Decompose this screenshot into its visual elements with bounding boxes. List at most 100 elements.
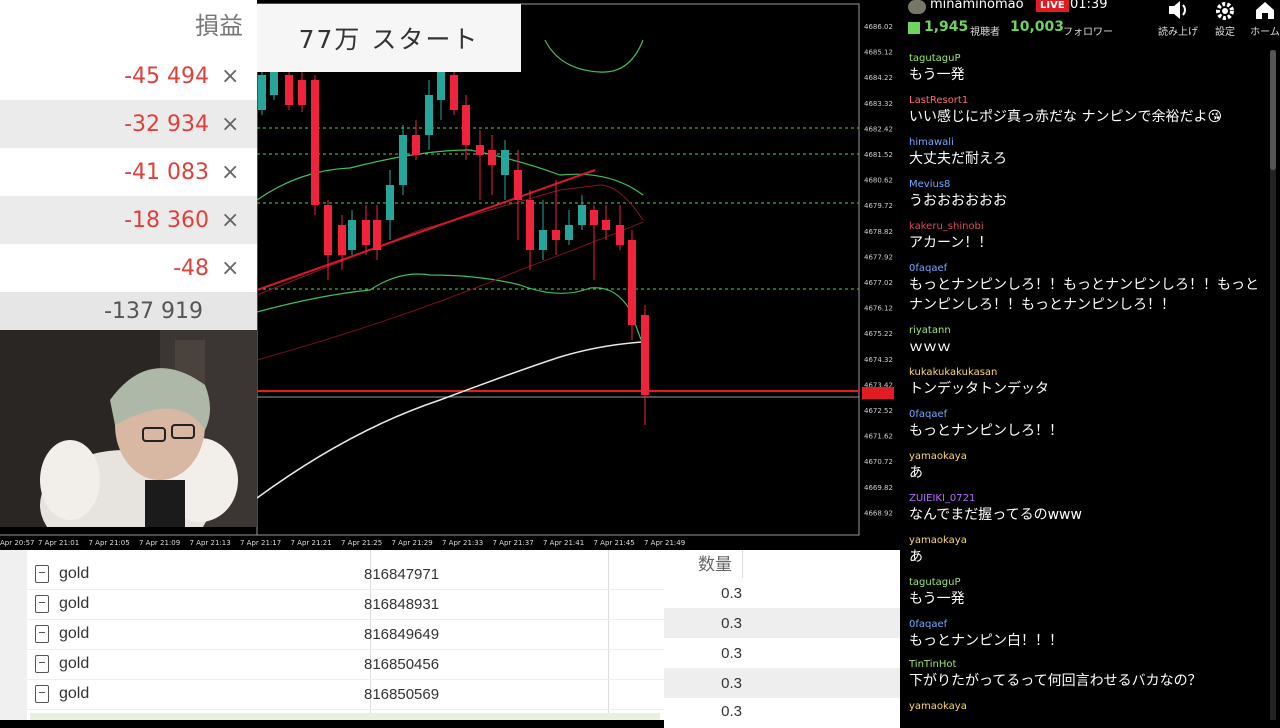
symbol-cell: gold [59,625,90,642]
scrollbar-thumb[interactable] [1270,50,1276,170]
time-tick-label: 7 Apr 21:45 [594,539,635,547]
candle [298,80,306,105]
document-icon [35,595,49,613]
viewer-count: 1,945 [924,19,969,35]
pl-value: -48 [173,255,209,281]
candle [514,170,522,200]
chat-message: 0faqaef もっとナンピン白！！！ [909,619,1269,651]
chat-username[interactable]: ZUIEIKI_0721 [909,493,1269,505]
home-button[interactable]: ホーム [1240,0,1280,40]
pl-total-value: -137 919 [104,298,203,324]
symbol-cell: gold [59,565,90,582]
candle [602,220,610,230]
candle [324,205,332,255]
candle [399,135,407,185]
chat-username[interactable]: himawali [909,137,1269,149]
price-tick-label: 4685.12 [864,49,893,57]
webcam-feed [0,330,257,527]
chat-username[interactable]: 0faqaef [909,263,1269,275]
chat-username[interactable]: kakeru_shinobi [909,221,1269,233]
table-row[interactable]: gold 816848931 [27,589,664,620]
pl-row: -45 494 × [0,52,257,100]
ticket-cell: 816849649 [364,625,440,643]
time-tick-label: 7 Apr 21:01 [38,539,79,547]
viewer-icon [908,22,920,34]
candle [565,225,573,240]
table-gutter [0,550,27,720]
ticket-cell: 816850569 [364,685,440,703]
chat-username[interactable]: yamaokaya [909,701,1269,713]
time-tick-label: 7 Apr 21:41 [543,539,584,547]
speaker-icon [1169,1,1186,19]
pl-total-row: -137 919 [0,292,257,330]
scrollbar[interactable] [1270,50,1276,720]
chat-username[interactable]: TinTinHot [909,659,1269,671]
symbol-cell: gold [59,655,90,672]
table-row[interactable]: gold 816849649 [27,619,664,650]
chat-username[interactable]: yamaokaya [909,535,1269,547]
price-tick-label: 4682.42 [864,125,893,133]
start-balance-note: 77万 スタート [257,4,521,72]
chat-username[interactable]: riyatann [909,325,1269,337]
table-row[interactable]: gold 816850569 [27,679,664,710]
chat-panel: minaminomao LIVE 01:39 1,945 視聴者 10,003 … [900,0,1280,720]
chat-username[interactable]: tagutaguP [909,577,1269,589]
candle [450,75,458,110]
chat-message: kukakukakukasan トンデッタトンデッタ [909,367,1269,399]
chat-message: yamaokaya [909,701,1269,713]
close-position-button[interactable]: × [221,208,257,233]
chat-message: 0faqaef もっとナンピンしろ！！ [909,409,1269,441]
read-aloud-button[interactable]: 読み上げ [1153,0,1203,40]
chat-text: 大丈夫だ耐えろ [909,151,1007,167]
chat-username[interactable]: 0faqaef [909,409,1269,421]
close-position-button[interactable]: × [221,64,257,89]
ticket-cell: 816848931 [364,595,440,613]
chat-username[interactable]: 0faqaef [909,619,1269,631]
streamer-username[interactable]: minaminomao [930,0,1024,12]
chat-message: riyatann ｗｗｗ [909,325,1269,357]
candle [285,75,293,105]
viewer-label: 視聴者 [970,27,1000,38]
table-row[interactable]: gold 816850456 [27,649,664,680]
candle [628,240,636,325]
chat-username[interactable]: LastResort1 [909,95,1269,107]
chat-text: うおおおおおお [909,193,1007,209]
chat-message: tagutaguP もう一発 [909,53,1269,85]
candle [373,220,381,250]
symbol-cell: gold [59,595,90,612]
time-tick-label: 7 Apr 21:13 [190,539,231,547]
chat-text: もう一発 [909,591,965,607]
document-icon [35,565,49,583]
price-tick-label: 4668.92 [864,509,893,517]
close-position-button[interactable]: × [221,112,257,137]
chat-text: もっとナンピンしろ！！もっとナンピンしろ！！もっとナンピンしろ！！もっとナンピン… [909,277,1259,313]
pl-header: 損益 [195,12,243,40]
chat-username[interactable]: kukakukakukasan [909,367,1269,379]
close-position-button[interactable]: × [221,256,257,281]
chat-text: ｗｗｗ [909,339,951,355]
price-tick-label: 4677.02 [864,279,893,287]
pl-value: -45 494 [124,63,209,89]
chat-message: ZUIEIKI_0721 なんでまだ握ってるのwww [909,493,1269,525]
chat-username[interactable]: tagutaguP [909,53,1269,65]
pl-value: -32 934 [124,111,209,137]
time-tick-label: 7 Apr 21:05 [89,539,130,547]
chat-text: アカーン！！ [909,235,993,251]
time-tick-label: Apr 20:57 [0,539,35,547]
close-position-button[interactable]: × [221,160,257,185]
note-text: 77万 スタート [298,25,480,54]
table-row[interactable]: gold 816847971 [27,559,664,590]
partial-row [30,713,660,720]
price-tick-label: 4672.52 [864,407,893,415]
candle [311,80,319,205]
chat-username[interactable]: Mevius8 [909,179,1269,191]
candle [270,70,278,95]
symbol-cell: gold [59,685,90,702]
chat-username[interactable]: yamaokaya [909,451,1269,463]
price-tick-label: 4684.22 [864,74,893,82]
candle [258,75,266,110]
chat-text: 下がりたがってるって何回言わせるバカなの？ [909,673,1202,689]
quantity-cell: 0.3 [721,585,742,602]
price-tick-label: 4681.52 [864,151,893,159]
candle [590,210,598,225]
